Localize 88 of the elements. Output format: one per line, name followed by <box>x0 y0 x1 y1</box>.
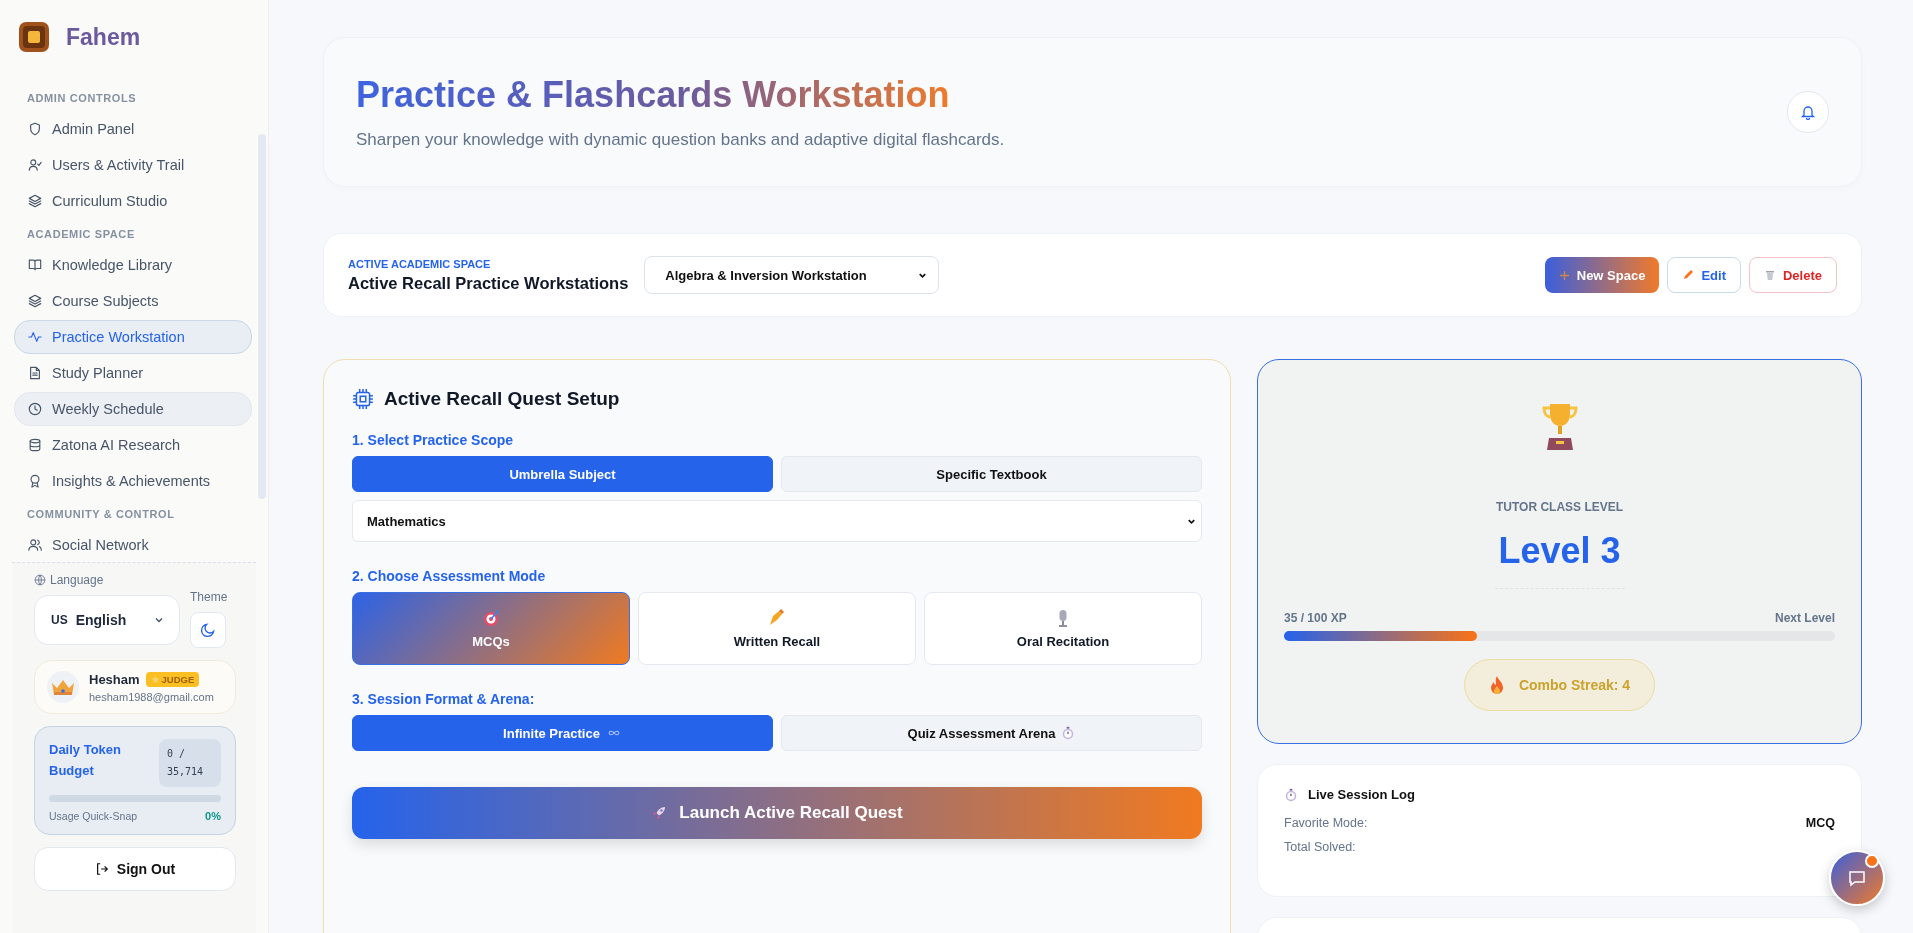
page-subtitle: Sharpen your knowledge with dynamic question banks and adaptive digital flashcards. <box>356 130 1005 150</box>
language-label: Language <box>50 573 104 587</box>
star-icon <box>150 674 160 684</box>
sidebar-item[interactable]: Insights & Achievements <box>14 464 252 498</box>
database-icon <box>28 438 42 452</box>
log-label: Favorite Mode: <box>1284 816 1368 830</box>
sidebar-item[interactable]: Users & Activity Trail <box>14 148 252 182</box>
bell-icon <box>1800 104 1816 120</box>
section-heading: COMMUNITY & CONTROL <box>26 507 176 522</box>
stopwatch-icon <box>1061 726 1076 740</box>
log-label: Total Solved: <box>1284 840 1356 854</box>
scope-toggle[interactable]: Specific Textbook <box>781 456 1202 492</box>
scope-toggle[interactable]: Umbrella Subject <box>352 456 773 492</box>
section-heading: ACADEMIC SPACE <box>26 227 136 242</box>
delete-button[interactable]: Delete <box>1748 257 1837 293</box>
chat-button[interactable] <box>1829 850 1885 906</box>
sidebar-item[interactable]: Social Network <box>14 528 252 562</box>
clock-icon <box>28 402 42 416</box>
chat-icon <box>1847 868 1867 888</box>
brand-name: Fahem <box>66 23 141 51</box>
subject-select[interactable]: Mathematics <box>352 500 1202 542</box>
role-badge: JUDGE <box>145 671 200 687</box>
space-title: Active Recall Practice Workstations <box>348 273 629 293</box>
cpu-icon <box>352 388 374 410</box>
rocket-icon <box>651 805 668 821</box>
shield-icon <box>28 122 42 136</box>
sidebar-item[interactable]: Zatona AI Research <box>14 428 252 462</box>
launch-quest-button[interactable]: Launch Active Recall Quest <box>352 787 1202 839</box>
theme-label: Theme <box>190 590 228 604</box>
section-heading: ADMIN CONTROLS <box>26 91 138 106</box>
combo-streak-badge: Combo Streak: 4 <box>1463 659 1656 711</box>
user-name: Hesham <box>89 671 140 687</box>
format-toggle[interactable]: Quiz Assessment Arena <box>781 715 1202 751</box>
mode-option[interactable]: Oral Recitation <box>924 592 1202 665</box>
quest-title: Active Recall Quest Setup <box>384 388 620 410</box>
plus-icon <box>1558 269 1570 281</box>
language-select[interactable]: US English <box>34 595 180 645</box>
log-value: MCQ <box>1805 816 1835 830</box>
trash-icon <box>1763 269 1776 281</box>
usage-percent: 0% <box>205 810 221 822</box>
log-title: Live Session Log <box>1308 787 1415 802</box>
step-label: 1. Select Practice Scope <box>352 432 515 448</box>
sidebar-item[interactable]: Course Subjects <box>14 284 252 318</box>
mode-option[interactable]: Written Recall <box>638 592 916 665</box>
notifications-button[interactable] <box>1787 91 1829 133</box>
flame-icon <box>1488 675 1505 695</box>
users-icon <box>28 538 42 552</box>
format-toggle[interactable]: Infinite Practice <box>352 715 773 751</box>
stopwatch-icon <box>1284 787 1298 802</box>
sign-out-button[interactable]: Sign Out <box>34 847 236 891</box>
book-icon <box>28 258 42 272</box>
sidebar-item[interactable]: Curriculum Studio <box>14 184 252 218</box>
sidebar-item[interactable]: Weekly Schedule <box>14 392 252 426</box>
award-icon <box>28 474 42 488</box>
target-icon <box>481 608 501 628</box>
sidebar-item[interactable]: Study Planner <box>14 356 252 390</box>
layers-icon <box>28 294 42 308</box>
sidebar-item[interactable]: Practice Workstation <box>14 320 252 354</box>
space-select[interactable]: Algebra & Inversion Workstation <box>644 256 939 294</box>
theme-toggle-button[interactable] <box>190 612 226 648</box>
sidebar-item[interactable]: Admin Panel <box>14 112 252 146</box>
moon-icon <box>200 622 216 638</box>
edit-button[interactable]: Edit <box>1667 257 1741 293</box>
step-label: 3. Session Format & Arena: <box>352 691 536 707</box>
layers-icon <box>28 194 42 208</box>
sign-out-icon <box>94 862 109 876</box>
step-label: 2. Choose Assessment Mode <box>352 568 547 584</box>
globe-icon <box>34 574 46 586</box>
crown-avatar-icon <box>47 671 79 703</box>
user-check-icon <box>28 158 42 172</box>
pulse-icon <box>28 330 42 344</box>
writing-hand-icon <box>767 608 787 628</box>
budget-count: 0 / 35,714 <box>159 739 221 787</box>
chip-logo-icon <box>18 21 50 53</box>
level-name: Level 3 <box>1498 530 1621 572</box>
next-level-label: Next Level <box>1774 611 1835 625</box>
new-space-button[interactable]: New Space <box>1544 257 1660 293</box>
budget-title: Daily Token Budget <box>49 741 122 780</box>
sidebar-item[interactable]: Knowledge Library <box>14 248 252 282</box>
usage-caption: Usage Quick-Snap <box>49 810 138 822</box>
space-eyebrow: ACTIVE ACADEMIC SPACE <box>348 257 492 270</box>
user-email: hesham1988@gmail.com <box>89 690 214 703</box>
mode-option[interactable]: MCQs <box>352 592 630 665</box>
pencil-icon <box>1682 269 1695 281</box>
xp-reading: 35 / 100 XP <box>1284 611 1347 625</box>
notification-dot <box>1865 854 1879 868</box>
document-icon <box>28 366 42 380</box>
level-caption: TUTOR CLASS LEVEL <box>1495 500 1624 514</box>
